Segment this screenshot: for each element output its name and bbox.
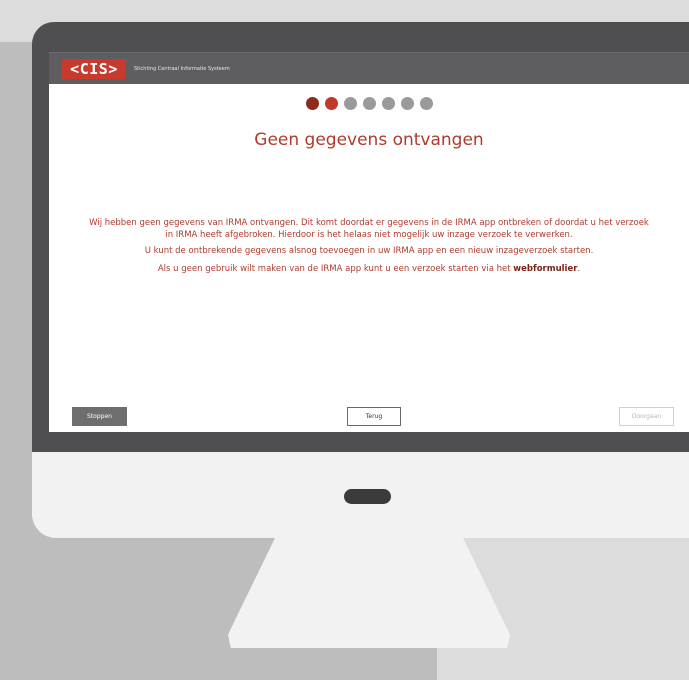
app-screen: <CIS> Stichting Centraal Informatie Syst… <box>49 52 689 432</box>
stop-button[interactable]: Stoppen <box>72 407 127 426</box>
progress-step-dot <box>362 97 376 110</box>
message-block: Wij hebben geen gegevens van IRMA ontvan… <box>89 217 649 281</box>
page-title: Geen gegevens ontvangen <box>254 130 484 150</box>
progress-step-dot <box>419 97 433 110</box>
progress-step-dot <box>305 97 319 110</box>
message-paragraph: Als u geen gebruik wilt maken van de IRM… <box>89 263 649 275</box>
progress-indicator <box>49 97 689 113</box>
webformulier-link[interactable]: webformulier <box>513 264 577 274</box>
organization-name: Stichting Centraal Informatie Systeem <box>134 66 230 72</box>
message-text: . <box>577 264 581 274</box>
progress-step-dot <box>400 97 414 110</box>
message-text: Als u geen gebruik wilt maken van de IRM… <box>157 264 514 274</box>
message-paragraph: U kunt de ontbrekende gegevens alsnog to… <box>144 246 594 256</box>
progress-step-dot <box>343 97 357 110</box>
monitor-stand <box>228 536 510 648</box>
next-button[interactable]: Doorgaan <box>619 407 674 426</box>
power-button <box>344 489 391 504</box>
back-button[interactable]: Terug <box>347 407 401 426</box>
cis-logo: <CIS> <box>62 59 126 79</box>
header-bar: <CIS> Stichting Centraal Informatie Syst… <box>49 52 689 84</box>
progress-step-dot <box>381 97 395 110</box>
progress-step-dot <box>324 97 338 110</box>
message-paragraph: Wij hebben geen gegevens van IRMA ontvan… <box>89 218 649 240</box>
